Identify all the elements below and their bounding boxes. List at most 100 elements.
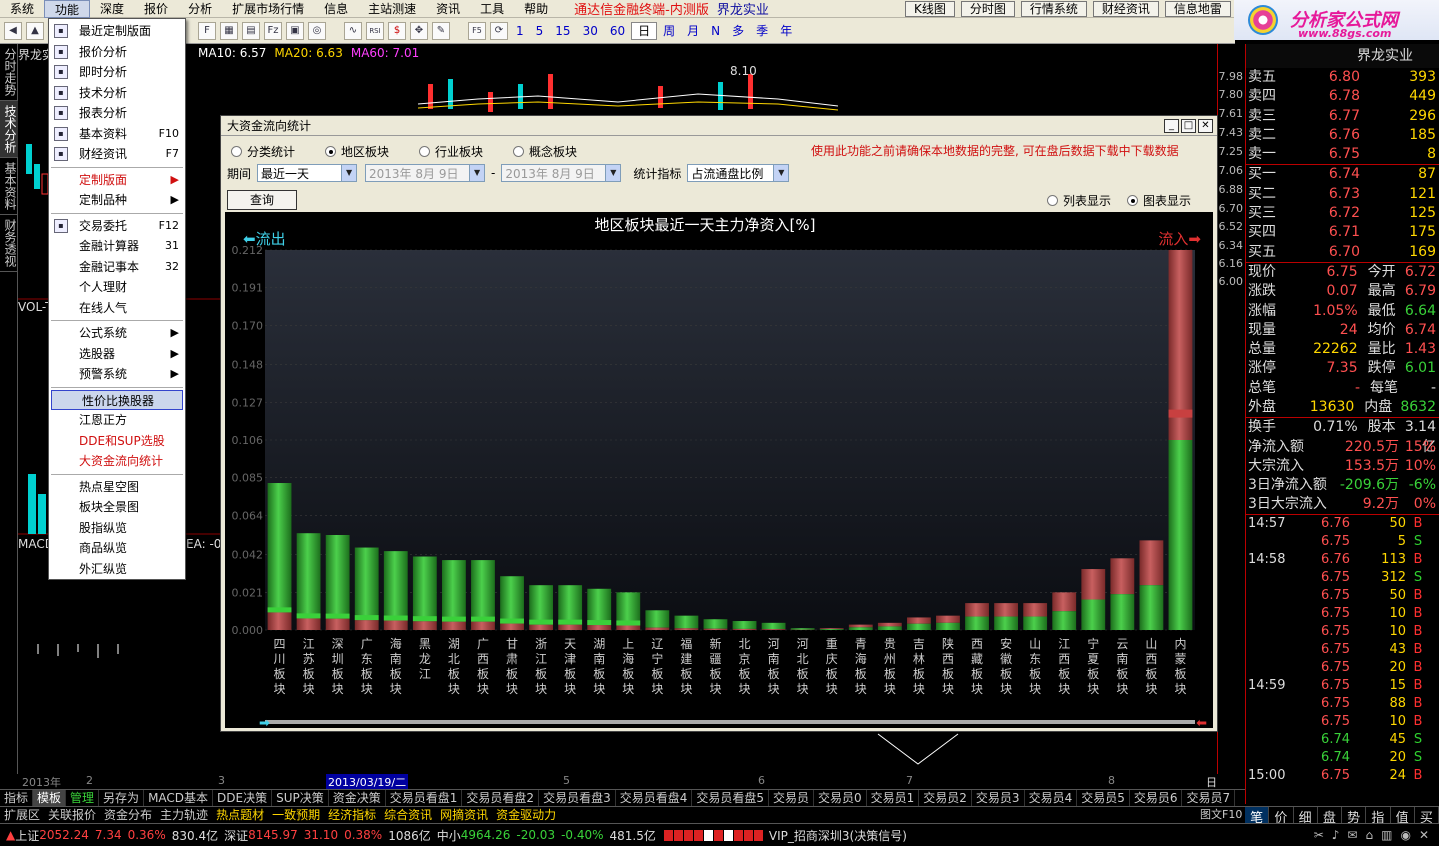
period-year[interactable]: 年	[774, 22, 798, 39]
indicator-tab[interactable]: 交易员7	[1182, 790, 1236, 806]
menu-item-6[interactable]: ▪ 财经资讯 F7	[49, 144, 185, 165]
market-system-button[interactable]: 行情系统	[1020, 1, 1087, 17]
tick-list[interactable]: 14:57 6.76 50 B 6.75 5 S 14:58 6.76 113 B 6.75 312 S 6…	[1246, 515, 1439, 785]
indicator-tab[interactable]: 交易员4	[1025, 790, 1078, 806]
indicator-tab[interactable]: 管理	[66, 790, 100, 806]
indicator-tab[interactable]: 交易员看盘4	[616, 790, 693, 806]
finance-news-button[interactable]: 财经资讯	[1092, 1, 1159, 17]
menu-item-12[interactable]: 金融计算器 31	[49, 236, 185, 257]
indicator-tab[interactable]: 交易员6	[1130, 790, 1183, 806]
indicator-tab[interactable]: 交易员看盘1	[386, 790, 463, 806]
speaker-icon[interactable]: ♪	[1332, 828, 1340, 842]
dialog-titlebar[interactable]: 大资金流向统计 _ □ ✕	[221, 116, 1217, 136]
period-day[interactable]: 日	[631, 21, 658, 40]
menu-item-13[interactable]: 金融记事本 32	[49, 257, 185, 278]
menu-item-9[interactable]: 定制品种 ▶	[49, 190, 185, 211]
rsi-tool-icon[interactable]: RSI	[366, 21, 384, 40]
refresh-tool-icon[interactable]: ⟳	[490, 21, 508, 40]
indicator-tab[interactable]: DDE决策	[213, 790, 273, 806]
wave-tool-icon[interactable]: ∿	[344, 21, 362, 40]
report-tool-icon[interactable]: ▤	[242, 21, 260, 40]
pencil-tool-icon[interactable]: ✎	[432, 21, 450, 40]
menu-item-28[interactable]: 股指纵览	[49, 518, 185, 539]
date-from-picker[interactable]: 2013年 8月 9日 ▼	[365, 164, 486, 182]
f5-tool-icon[interactable]: F5	[468, 21, 486, 40]
menu-item-18[interactable]: 选股器 ▶	[49, 344, 185, 365]
kline-button[interactable]: K线图	[905, 1, 955, 17]
maximize-icon[interactable]: □	[1181, 118, 1196, 133]
up-arrow-icon[interactable]: ▲	[26, 21, 44, 40]
menu-item-11[interactable]: ▪ 交易委托 F12	[49, 216, 185, 237]
layout-tool-icon[interactable]: ▦	[220, 21, 238, 40]
indicator-tab[interactable]: MACD基本	[144, 790, 214, 806]
minimize-icon[interactable]: _	[1164, 118, 1179, 133]
extension-tab[interactable]: 综合资讯	[380, 807, 436, 823]
quote-tab[interactable]: 盘	[1318, 807, 1342, 826]
extension-tab[interactable]: 热点题材	[212, 807, 268, 823]
indicator-tab[interactable]: 交易员2	[919, 790, 972, 806]
indicator-tab[interactable]: SUP决策	[272, 790, 329, 806]
radio-list-view[interactable]: 列表显示	[1047, 192, 1111, 209]
scissors-icon[interactable]: ✂	[1314, 828, 1324, 842]
menu-help[interactable]: 帮助	[514, 0, 558, 18]
quote-tab[interactable]: 买	[1415, 807, 1439, 826]
date-to-picker[interactable]: 2013年 8月 9日 ▼	[501, 164, 622, 182]
indicator-tab[interactable]: 交易员3	[972, 790, 1025, 806]
period-60min[interactable]: 60	[604, 24, 631, 38]
menu-ext-market[interactable]: 扩展市场行情	[222, 0, 314, 18]
menu-item-26[interactable]: 热点星空图	[49, 477, 185, 498]
chat-icon[interactable]: ◉	[1400, 828, 1410, 842]
extension-tab[interactable]: 资金分布	[100, 807, 156, 823]
f10-tool-icon[interactable]: F	[198, 21, 216, 40]
radio-industry-sector[interactable]: 行业板块	[419, 143, 483, 160]
menu-item-3[interactable]: ▪ 技术分析	[49, 83, 185, 104]
radio-region-sector[interactable]: 地区板块	[325, 143, 389, 160]
indicator-tab[interactable]: 交易员1	[867, 790, 920, 806]
quote-tab[interactable]: 指	[1366, 807, 1391, 826]
menu-item-14[interactable]: 个人理财	[49, 277, 185, 298]
menu-analysis[interactable]: 分析	[178, 0, 222, 18]
period-30min[interactable]: 30	[577, 24, 604, 38]
indicator-tab[interactable]: 交易员0	[814, 790, 867, 806]
menu-item-19[interactable]: 预警系统 ▶	[49, 364, 185, 385]
radio-category-stats[interactable]: 分类统计	[231, 143, 295, 160]
menu-item-2[interactable]: ▪ 即时分析	[49, 62, 185, 83]
menu-news[interactable]: 资讯	[426, 0, 470, 18]
menu-tools[interactable]: 工具	[470, 0, 514, 18]
indicator-tab[interactable]: 另存为	[99, 790, 145, 806]
quote-tab[interactable]: 价	[1269, 807, 1294, 826]
period-5min[interactable]: 5	[530, 24, 550, 38]
metric-select[interactable]: 占流通盘比例 ▼	[687, 164, 790, 182]
scroll-left-arrow-icon[interactable]: ⬅	[1196, 716, 1207, 731]
menu-item-1[interactable]: ▪ 报价分析	[49, 42, 185, 63]
indicator-tab[interactable]: 交易员	[769, 790, 814, 806]
menu-item-29[interactable]: 商品纵览	[49, 538, 185, 559]
indicator-tab[interactable]: 资金决策	[329, 790, 386, 806]
intraday-button[interactable]: 分时图	[960, 1, 1015, 17]
lock-icon[interactable]: ⌂	[1365, 828, 1373, 842]
scroll-right-arrow-icon[interactable]: ➡	[259, 716, 270, 731]
menu-item-15[interactable]: 在线人气	[49, 298, 185, 319]
indicator-tab[interactable]: 模板	[33, 790, 67, 806]
period-month[interactable]: 月	[681, 22, 705, 39]
extension-tab[interactable]: 资金驱动力	[492, 807, 560, 823]
menu-item-0[interactable]: ▪ 最近定制版面	[49, 21, 185, 42]
extension-tab[interactable]: 主力轨迹	[156, 807, 212, 823]
quote-tab[interactable]: 笔	[1245, 807, 1270, 826]
menu-item-8[interactable]: 定制版面 ▶	[49, 170, 185, 191]
period-select[interactable]: 最近一天 ▼	[257, 164, 358, 182]
f10-text-label[interactable]: 图文F10	[1200, 806, 1242, 822]
back-arrow-icon[interactable]: ◀	[4, 21, 22, 40]
move-tool-icon[interactable]: ✥	[410, 21, 428, 40]
query-button[interactable]: 查询	[227, 190, 297, 210]
extension-tab[interactable]: 一致预期	[268, 807, 324, 823]
menu-item-23[interactable]: DDE和SUP选股	[49, 431, 185, 452]
radio-chart-view[interactable]: 图表显示	[1127, 192, 1191, 209]
extension-tab[interactable]: 网摘资讯	[436, 807, 492, 823]
indicator-tab[interactable]: 交易员看盘3	[539, 790, 616, 806]
period-15min[interactable]: 15	[549, 24, 576, 38]
quote-tab[interactable]: 细	[1294, 807, 1318, 826]
menu-system[interactable]: 系统	[0, 0, 44, 18]
menu-info[interactable]: 信息	[314, 0, 358, 18]
extension-tab[interactable]: 经济指标	[324, 807, 380, 823]
